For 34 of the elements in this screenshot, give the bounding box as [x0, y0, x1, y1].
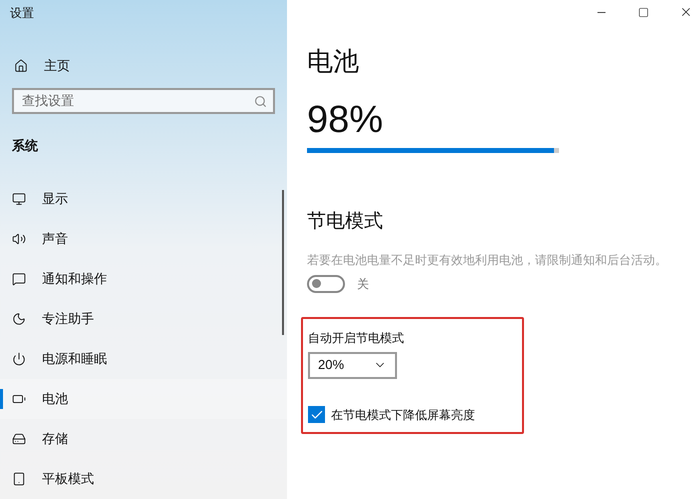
- selection-indicator: [0, 389, 3, 409]
- maximize-button[interactable]: [638, 6, 649, 18]
- toggle-switch[interactable]: [307, 274, 345, 292]
- sidebar-item[interactable]: 电池: [0, 379, 287, 419]
- sidebar-item[interactable]: 声音: [0, 219, 287, 259]
- sidebar-item[interactable]: 专注助手: [0, 299, 287, 339]
- battery-icon: [12, 392, 26, 406]
- message-icon: [12, 272, 26, 286]
- sidebar-item[interactable]: 存储: [0, 419, 287, 459]
- threshold-dropdown[interactable]: 20%: [308, 352, 397, 378]
- checkbox-label: 在节电模式下降低屏幕亮度: [331, 406, 475, 424]
- section-heading: 系统: [12, 136, 39, 154]
- home-link[interactable]: 主页: [44, 56, 70, 76]
- toggle-state-label: 关: [357, 276, 369, 292]
- monitor-icon: [12, 192, 26, 206]
- home-icon: [14, 58, 28, 73]
- speaker-icon: [12, 232, 26, 246]
- description-text: 若要在电池电量不足时更有效地利用电池，请限制通知和后台活动。: [307, 252, 668, 268]
- sidebar-item[interactable]: 显示: [0, 179, 287, 219]
- search-field[interactable]: 查找设置: [12, 88, 275, 114]
- checkbox[interactable]: [308, 406, 325, 423]
- sidebar-item[interactable]: 电源和睡眠: [0, 339, 287, 379]
- power-icon: [12, 352, 26, 366]
- window-title: 设置: [10, 5, 35, 22]
- tablet-icon: [12, 472, 26, 486]
- section-heading: 节电模式: [307, 210, 384, 234]
- auto-saver-label: 自动开启节电模式: [308, 330, 405, 346]
- drive-icon: [12, 432, 26, 446]
- sidebar-item[interactable]: 通知和操作: [0, 259, 287, 299]
- page-title: 电池: [307, 45, 360, 78]
- sidebar-item[interactable]: 平板模式: [0, 459, 287, 499]
- moon-icon: [12, 312, 26, 326]
- battery-percentage: 98%: [307, 98, 384, 142]
- search-icon: [254, 94, 267, 108]
